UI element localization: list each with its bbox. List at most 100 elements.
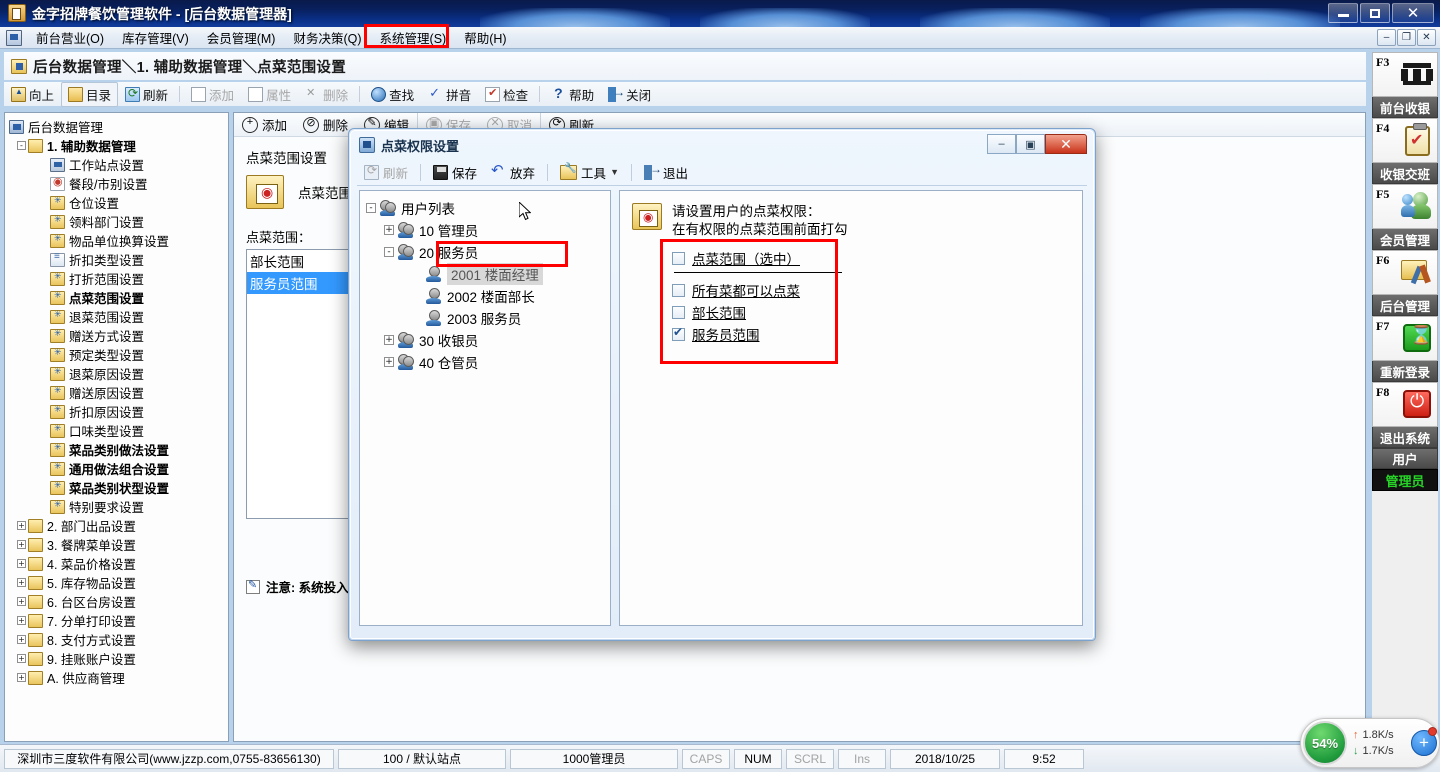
function-button-f4[interactable]: F4 [1372,118,1438,163]
mdi-restore-button[interactable]: ❐ [1397,29,1416,46]
permission-dialog[interactable]: 点菜权限设置 – ▣ ✕ 刷新 保存 放 [348,128,1096,641]
dialog-tools-button[interactable]: 工具 ▼ [553,161,626,184]
expander-icon[interactable]: + [384,335,394,345]
expander-icon[interactable]: + [17,654,26,663]
content-delete-button[interactable]: ⊘ 删除 [295,113,356,136]
dialog-exit-button[interactable]: 退出 [637,161,695,184]
user-tree-node[interactable]: +30 收银员 [366,329,610,351]
navigation-tree[interactable]: 后台数据管理 - 1. 辅助数据管理工作站点设置餐段/市别设置仓位设置领料部门设置… [5,113,228,687]
memory-percent-indicator[interactable]: 54% [1303,721,1347,765]
expander-icon[interactable]: + [17,597,26,606]
tree-node[interactable]: 折扣类型设置 [9,250,228,269]
close-button[interactable]: ✕ [1392,3,1434,23]
expander-icon[interactable]: + [17,635,26,644]
menu-item-finance[interactable]: 财务决策(Q) [284,25,370,50]
tree-node[interactable]: 折扣原因设置 [9,402,228,421]
user-tree-panel[interactable]: - 用户列表 +10 管理员 -20 服务员 2001 楼面经理 2002 楼面部长 2… [359,190,611,626]
user-tree-node[interactable]: +40 仓管员 [366,351,610,373]
tree-node[interactable]: +8. 支付方式设置 [9,630,228,649]
function-button-caption[interactable]: 收银交班 [1372,163,1438,184]
function-button-caption[interactable]: 后台管理 [1372,295,1438,316]
expander-icon[interactable]: - [384,247,394,257]
expander-icon[interactable]: + [17,673,26,682]
function-button-f3[interactable]: F3 [1372,52,1438,97]
tree-node[interactable]: 菜品类别状型设置 [9,478,228,497]
dialog-close-button[interactable]: ✕ [1045,134,1087,154]
tree-node[interactable]: 物品单位换算设置 [9,231,228,250]
dialog-save-button[interactable]: 保存 [426,161,484,184]
toolbar-up-button[interactable]: 向上 [4,82,61,107]
tree-node[interactable]: +9. 挂账账户设置 [9,649,228,668]
expander-icon[interactable]: - [366,203,376,213]
mdi-minimize-button[interactable]: – [1377,29,1396,46]
user-tree-node[interactable]: 2002 楼面部长 [366,285,610,307]
menu-item-front-office[interactable]: 前台营业(O) [27,25,113,50]
tree-node[interactable]: 预定类型设置 [9,345,228,364]
content-add-button[interactable]: + 添加 [234,113,295,136]
tree-root-node[interactable]: 后台数据管理 [9,117,228,136]
expander-icon[interactable]: + [17,559,26,568]
tree-node[interactable]: 口味类型设置 [9,421,228,440]
expander-icon[interactable]: + [384,357,394,367]
user-tree-node[interactable]: 2003 服务员 [366,307,610,329]
tree-node[interactable]: 退菜范围设置 [9,307,228,326]
tree-node[interactable]: 通用做法组合设置 [9,459,228,478]
tree-node[interactable]: 赠送方式设置 [9,326,228,345]
tree-node[interactable]: +7. 分单打印设置 [9,611,228,630]
menu-item-membership[interactable]: 会员管理(M) [198,25,285,50]
function-button-f8[interactable]: F8 [1372,382,1438,427]
toolbar-refresh-button[interactable]: 刷新 [118,82,175,107]
list-item[interactable]: 服务员范围 [247,272,360,294]
tree-node[interactable]: 餐段/市别设置 [9,174,228,193]
tree-node[interactable]: +6. 台区台房设置 [9,592,228,611]
function-button-caption[interactable]: 会员管理 [1372,229,1438,250]
toolbar-pinyin-button[interactable]: 拼音 [421,82,478,107]
tree-node[interactable]: 工作站点设置 [9,155,228,174]
tree-node[interactable]: +4. 菜品价格设置 [9,554,228,573]
expander-icon[interactable]: + [17,616,26,625]
tree-node[interactable]: +5. 库存物品设置 [9,573,228,592]
function-button-f6[interactable]: F6 [1372,250,1438,295]
user-tree-root[interactable]: - 用户列表 [366,197,610,219]
expander-icon[interactable]: + [17,578,26,587]
tree-node[interactable]: 菜品类别做法设置 [9,440,228,459]
mdi-close-button[interactable]: ✕ [1417,29,1436,46]
user-tree-node[interactable]: +10 管理员 [366,219,610,241]
mdi-system-icon[interactable] [6,29,22,46]
maximize-button[interactable] [1360,3,1390,23]
menu-item-help[interactable]: 帮助(H) [455,25,515,50]
toolbar-search-button[interactable]: 查找 [364,82,421,107]
toolbar-help-button[interactable]: 帮助 [544,82,601,107]
list-item[interactable]: 部长范围 [247,250,360,272]
tree-node[interactable]: - 1. 辅助数据管理 [9,136,228,155]
expander-icon[interactable]: - [17,141,26,150]
tree-node[interactable]: 仓位设置 [9,193,228,212]
tree-node[interactable]: + A. 供应商管理 [9,668,228,687]
function-button-caption[interactable]: 前台收银 [1372,97,1438,118]
minimize-button[interactable] [1328,3,1358,23]
toolbar-close-button[interactable]: 关闭 [601,82,658,107]
function-button-caption[interactable]: 退出系统 [1372,427,1438,448]
tree-node[interactable]: 点菜范围设置 [9,288,228,307]
user-tree[interactable]: - 用户列表 +10 管理员 -20 服务员 2001 楼面经理 2002 楼面部长 2… [360,191,610,373]
toolbar-check-button[interactable]: 检查 [478,82,535,107]
network-speed-widget[interactable]: 54% ↑ 1.8K/s ↓ 1.7K/s + [1300,718,1440,768]
expander-icon[interactable]: + [17,540,26,549]
function-button-f5[interactable]: F5 [1372,184,1438,229]
expander-icon[interactable]: + [17,521,26,530]
tree-node[interactable]: 打折范围设置 [9,269,228,288]
tree-node[interactable]: +2. 部门出品设置 [9,516,228,535]
scope-listbox[interactable]: 部长范围 服务员范围 [246,249,361,519]
function-button-caption[interactable]: 重新登录 [1372,361,1438,382]
tree-node[interactable]: 特别要求设置 [9,497,228,516]
tree-node[interactable]: +3. 餐牌菜单设置 [9,535,228,554]
dialog-discard-button[interactable]: 放弃 [484,161,542,184]
function-button-f7[interactable]: F7 [1372,316,1438,361]
menu-item-inventory[interactable]: 库存管理(V) [113,25,198,50]
dialog-maximize-button[interactable]: ▣ [1016,134,1045,154]
tree-node[interactable]: 赠送原因设置 [9,383,228,402]
toolbar-catalog-button[interactable]: 目录 [61,81,119,107]
navigation-tree-panel[interactable]: 后台数据管理 - 1. 辅助数据管理工作站点设置餐段/市别设置仓位设置领料部门设置… [4,112,229,742]
tree-node[interactable]: 领料部门设置 [9,212,228,231]
dialog-minimize-button[interactable]: – [987,134,1016,154]
